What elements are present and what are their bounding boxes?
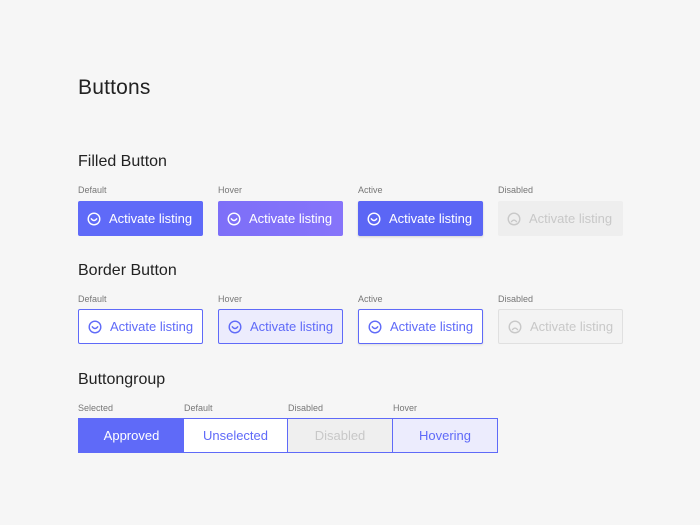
border-button-title: Border Button bbox=[78, 262, 177, 279]
filled-default-button[interactable]: Activate listing bbox=[78, 201, 203, 236]
group-disabled-label: Disabled bbox=[288, 403, 324, 413]
filled-hover-label: Hover bbox=[218, 185, 243, 195]
filled-active-label: Active bbox=[358, 185, 383, 195]
border-default-button[interactable]: Activate listing bbox=[78, 309, 203, 344]
filled-default-label: Default bbox=[78, 185, 107, 195]
group-default-label: Default bbox=[184, 403, 213, 413]
filled-disabled-button: Activate listing bbox=[498, 201, 623, 236]
button-label: Activate listing bbox=[529, 211, 613, 226]
button-label: Activate listing bbox=[109, 211, 193, 226]
button-label: Activate listing bbox=[390, 319, 474, 334]
group-selected-label: Selected bbox=[78, 403, 114, 413]
smile-icon bbox=[367, 211, 381, 226]
filled-active-button[interactable]: Activate listing bbox=[358, 201, 483, 236]
border-disabled-button: Activate listing bbox=[498, 309, 623, 344]
border-hover-button[interactable]: Activate listing bbox=[218, 309, 343, 344]
border-default-label: Default bbox=[78, 294, 107, 304]
segment-disabled: Disabled bbox=[288, 419, 393, 452]
button-label: Activate listing bbox=[389, 211, 473, 226]
group-hover-label: Hover bbox=[393, 403, 418, 413]
segment-unselected[interactable]: Unselected bbox=[184, 419, 288, 452]
border-disabled-label: Disabled bbox=[498, 294, 534, 304]
border-hover-label: Hover bbox=[218, 294, 243, 304]
button-label: Activate listing bbox=[110, 319, 194, 334]
filled-hover-button[interactable]: Activate listing bbox=[218, 201, 343, 236]
frown-icon bbox=[508, 319, 522, 334]
button-label: Activate listing bbox=[249, 211, 333, 226]
smile-icon bbox=[228, 319, 242, 334]
segment-hovering[interactable]: Hovering bbox=[393, 419, 497, 452]
buttongroup-title: Buttongroup bbox=[78, 371, 166, 388]
frown-icon bbox=[507, 211, 521, 226]
filled-button-title: Filled Button bbox=[78, 153, 167, 170]
filled-disabled-label: Disabled bbox=[498, 185, 534, 195]
smile-icon bbox=[87, 211, 101, 226]
page-title: Buttons bbox=[78, 76, 151, 99]
smile-icon bbox=[88, 319, 102, 334]
border-active-button[interactable]: Activate listing bbox=[358, 309, 483, 344]
border-active-label: Active bbox=[358, 294, 383, 304]
segment-approved[interactable]: Approved bbox=[79, 419, 184, 452]
smile-icon bbox=[227, 211, 241, 226]
smile-icon bbox=[368, 319, 382, 334]
button-group: Approved Unselected Disabled Hovering bbox=[78, 418, 498, 453]
button-label: Activate listing bbox=[530, 319, 614, 334]
button-label: Activate listing bbox=[250, 319, 334, 334]
